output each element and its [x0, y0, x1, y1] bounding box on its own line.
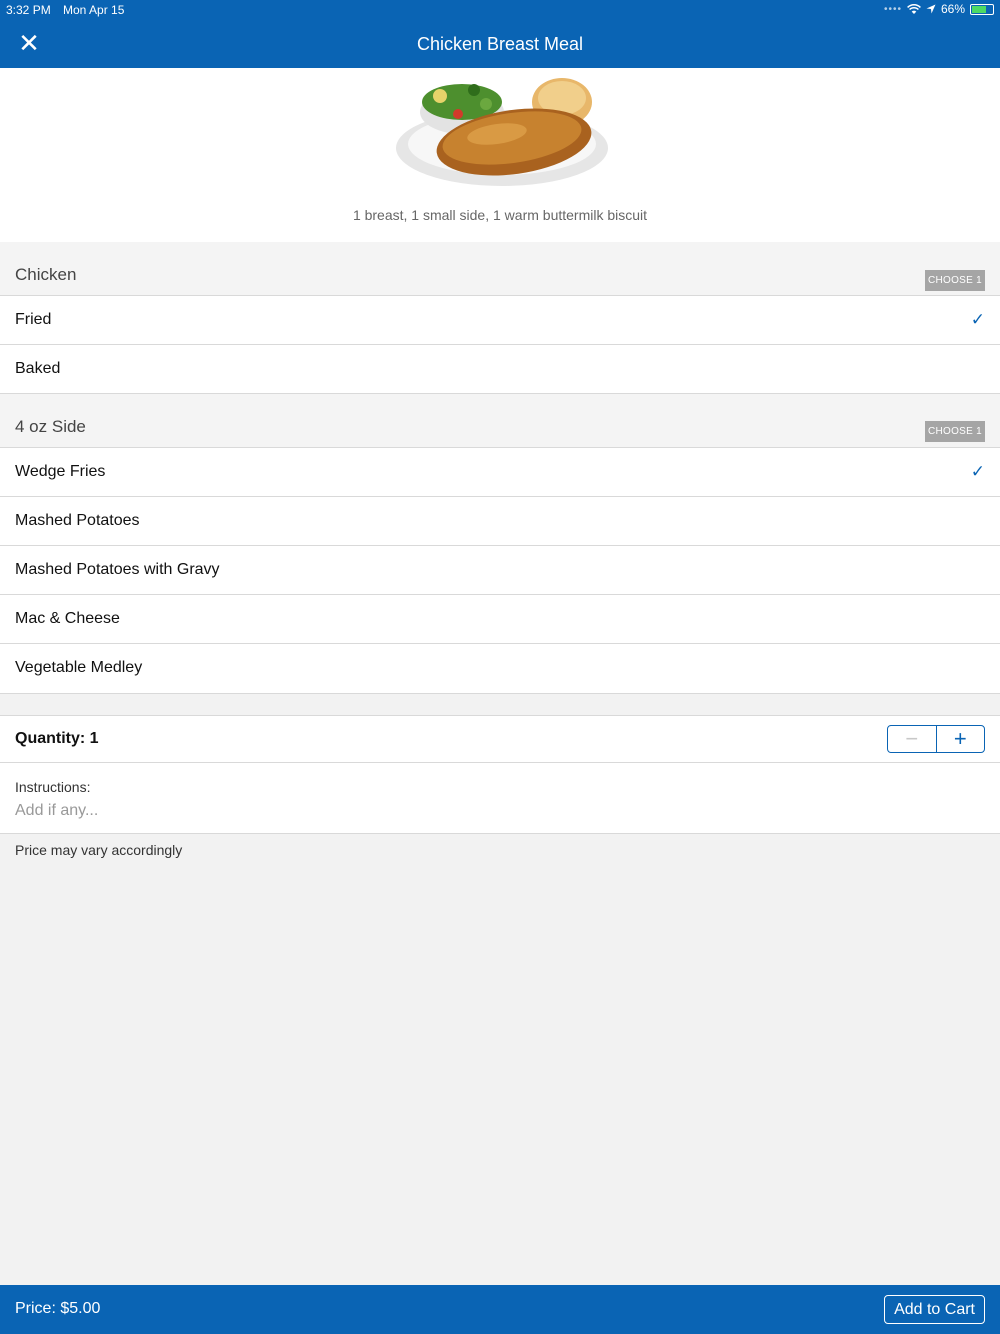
checkmark-icon: ✓ [970, 462, 985, 481]
decrement-button[interactable]: − [888, 726, 937, 752]
wifi-icon [907, 3, 921, 14]
option-label: Vegetable Medley [15, 659, 143, 676]
location-icon [926, 4, 936, 14]
bottom-bar: Price: $5.00 Add to Cart [0, 1285, 1000, 1334]
option-vegetable-medley[interactable]: Vegetable Medley [0, 644, 1000, 694]
option-label: Baked [15, 360, 61, 377]
choose-badge: CHOOSE 1 [925, 270, 985, 291]
status-indicators: •••• 66% [884, 2, 994, 16]
instructions-label: Instructions: [15, 779, 91, 795]
instructions-input[interactable] [15, 800, 975, 822]
section-header-side: 4 oz Side CHOOSE 1 [0, 394, 1000, 448]
option-baked[interactable]: Baked [0, 345, 1000, 394]
item-description: 1 breast, 1 small side, 1 warm buttermil… [352, 207, 648, 223]
option-mashed-potatoes-gravy[interactable]: Mashed Potatoes with Gravy [0, 546, 1000, 595]
page-title: Chicken Breast Meal [416, 34, 584, 54]
option-label: Wedge Fries [15, 463, 106, 480]
status-time: 3:32 PM [6, 3, 51, 17]
option-wedge-fries[interactable]: Wedge Fries ✓ [0, 448, 1000, 497]
choose-badge: CHOOSE 1 [925, 421, 985, 442]
checkmark-icon: ✓ [970, 310, 985, 329]
price-note: Price may vary accordingly [15, 842, 183, 858]
option-mac-cheese[interactable]: Mac & Cheese [0, 595, 1000, 644]
increment-button[interactable]: + [937, 726, 985, 752]
meal-photo [362, 68, 638, 186]
item-header: 1 breast, 1 small side, 1 warm buttermil… [0, 68, 1000, 242]
option-label: Mac & Cheese [15, 610, 120, 627]
battery-percent: 66% [940, 2, 965, 16]
minus-icon: − [905, 726, 919, 751]
option-label: Mashed Potatoes with Gravy [15, 561, 220, 578]
top-bar: 3:32 PM Mon Apr 15 •••• 66% ✕ Chicken Br… [0, 0, 1000, 68]
quantity-label: Quantity: 1 [15, 730, 99, 747]
section-header-chicken: Chicken CHOOSE 1 [0, 242, 1000, 296]
add-to-cart-button[interactable]: Add to Cart [884, 1295, 985, 1324]
status-date: Mon Apr 15 [63, 3, 125, 17]
plus-icon: + [953, 726, 967, 751]
option-fried[interactable]: Fried ✓ [0, 296, 1000, 345]
option-label: Mashed Potatoes [15, 512, 140, 529]
section-title: 4 oz Side [15, 417, 86, 436]
option-label: Fried [15, 311, 52, 328]
section-title: Chicken [15, 265, 77, 284]
quantity-row: Quantity: 1 − + [0, 715, 1000, 763]
option-mashed-potatoes[interactable]: Mashed Potatoes [0, 497, 1000, 546]
battery-icon [970, 3, 994, 15]
quantity-stepper: − + [887, 725, 985, 753]
signal-icon: •••• [883, 3, 902, 15]
instructions-section: Instructions: [0, 763, 1000, 834]
price-label: Price: $5.00 [15, 1300, 101, 1317]
